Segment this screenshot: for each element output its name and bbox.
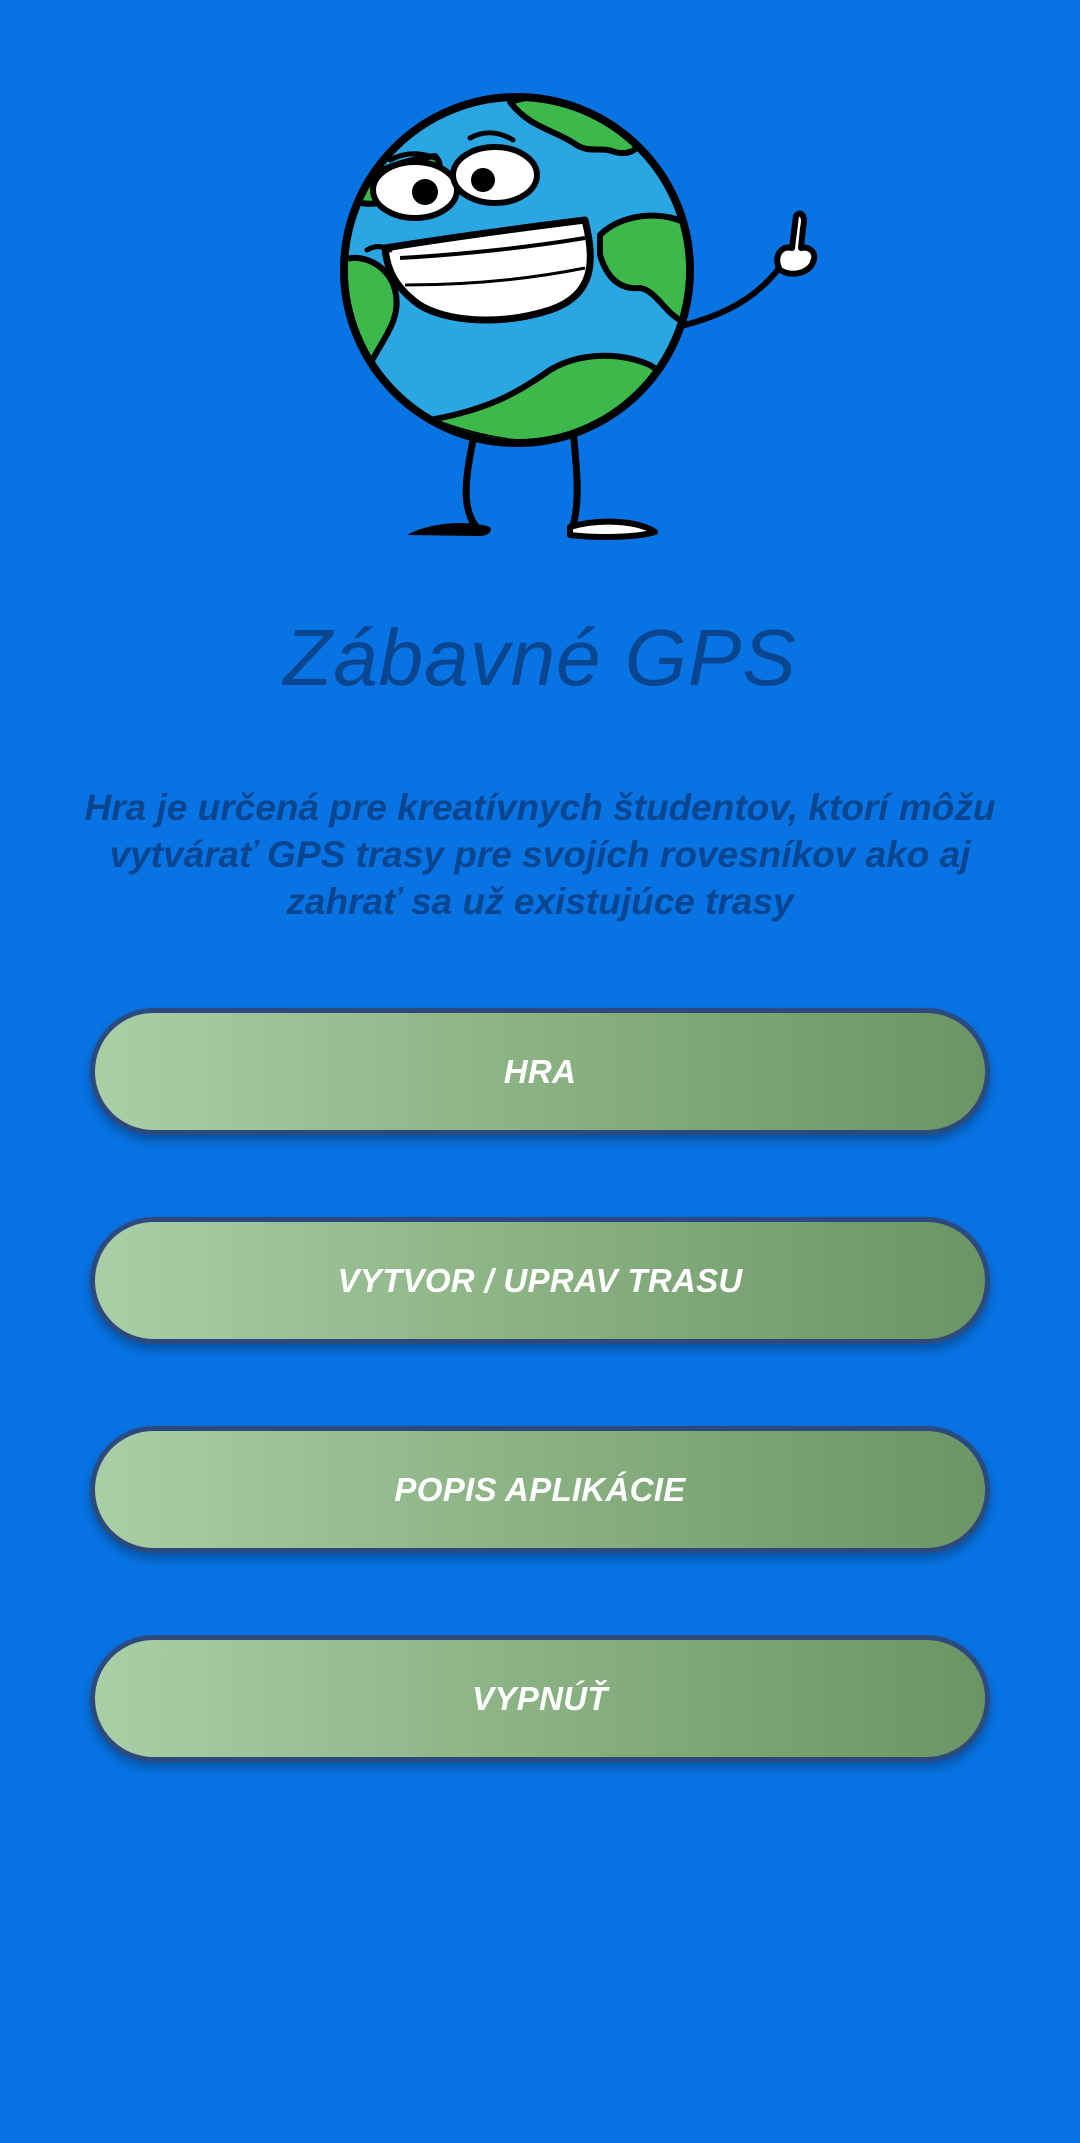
about-app-button[interactable]: POPIS APLIKÁCIE — [90, 1426, 990, 1553]
app-description: Hra je určená pre kreatívnych študentov,… — [84, 787, 996, 922]
create-edit-route-button[interactable]: VYTVOR / UPRAV TRASU — [90, 1217, 990, 1344]
create-edit-route-button-label: VYTVOR / UPRAV TRASU — [337, 1261, 743, 1299]
earth-mascot-icon — [340, 93, 818, 540]
main-screen: Zábavné GPS Hra je určená pre kreatívnyc… — [0, 0, 1080, 2143]
about-app-button-label: POPIS APLIKÁCIE — [394, 1470, 686, 1508]
play-button[interactable]: HRA — [90, 1008, 990, 1135]
exit-button[interactable]: VYPNÚŤ — [90, 1635, 990, 1762]
app-title: Zábavné GPS — [283, 613, 797, 702]
exit-button-label: VYPNÚŤ — [472, 1679, 608, 1717]
play-button-label: HRA — [503, 1052, 577, 1090]
